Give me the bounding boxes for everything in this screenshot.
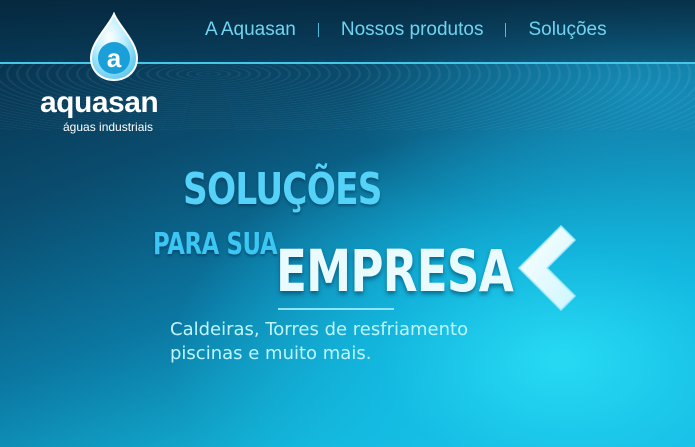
chevron-left-icon[interactable]: [515, 222, 579, 314]
hero-underline: [278, 308, 394, 310]
hero-headline-para-sua: PARA SUA: [153, 227, 278, 262]
nav-item-solucoes[interactable]: Soluções: [528, 19, 606, 41]
hero-subtitle: Caldeiras, Torres de resfriamento piscin…: [170, 318, 530, 366]
hero-banner: a aquasan águas industriais A Aquasan No…: [0, 0, 695, 447]
hero-subtitle-line2: piscinas e muito mais.: [170, 343, 372, 364]
logo-mark-letter: a: [107, 43, 122, 73]
logo-tagline: águas industriais: [63, 120, 154, 134]
hero-headline-empresa: EMPRESA: [276, 237, 514, 305]
water-drop-icon: a: [89, 12, 139, 82]
nav-item-a-aquasan[interactable]: A Aquasan: [205, 19, 296, 41]
aquasan-logo[interactable]: a aquasan águas industriais: [40, 10, 190, 134]
nav-separator: [317, 23, 319, 37]
main-nav: A Aquasan Nossos produtos Soluções: [205, 18, 607, 42]
hero-headline-solucoes: SOLUÇÕES: [183, 164, 382, 215]
nav-separator: [505, 23, 507, 37]
logo-name: aquasan: [40, 86, 159, 119]
hero-subtitle-line1: Caldeiras, Torres de resfriamento: [170, 319, 469, 340]
nav-item-nossos-produtos[interactable]: Nossos produtos: [341, 19, 484, 41]
